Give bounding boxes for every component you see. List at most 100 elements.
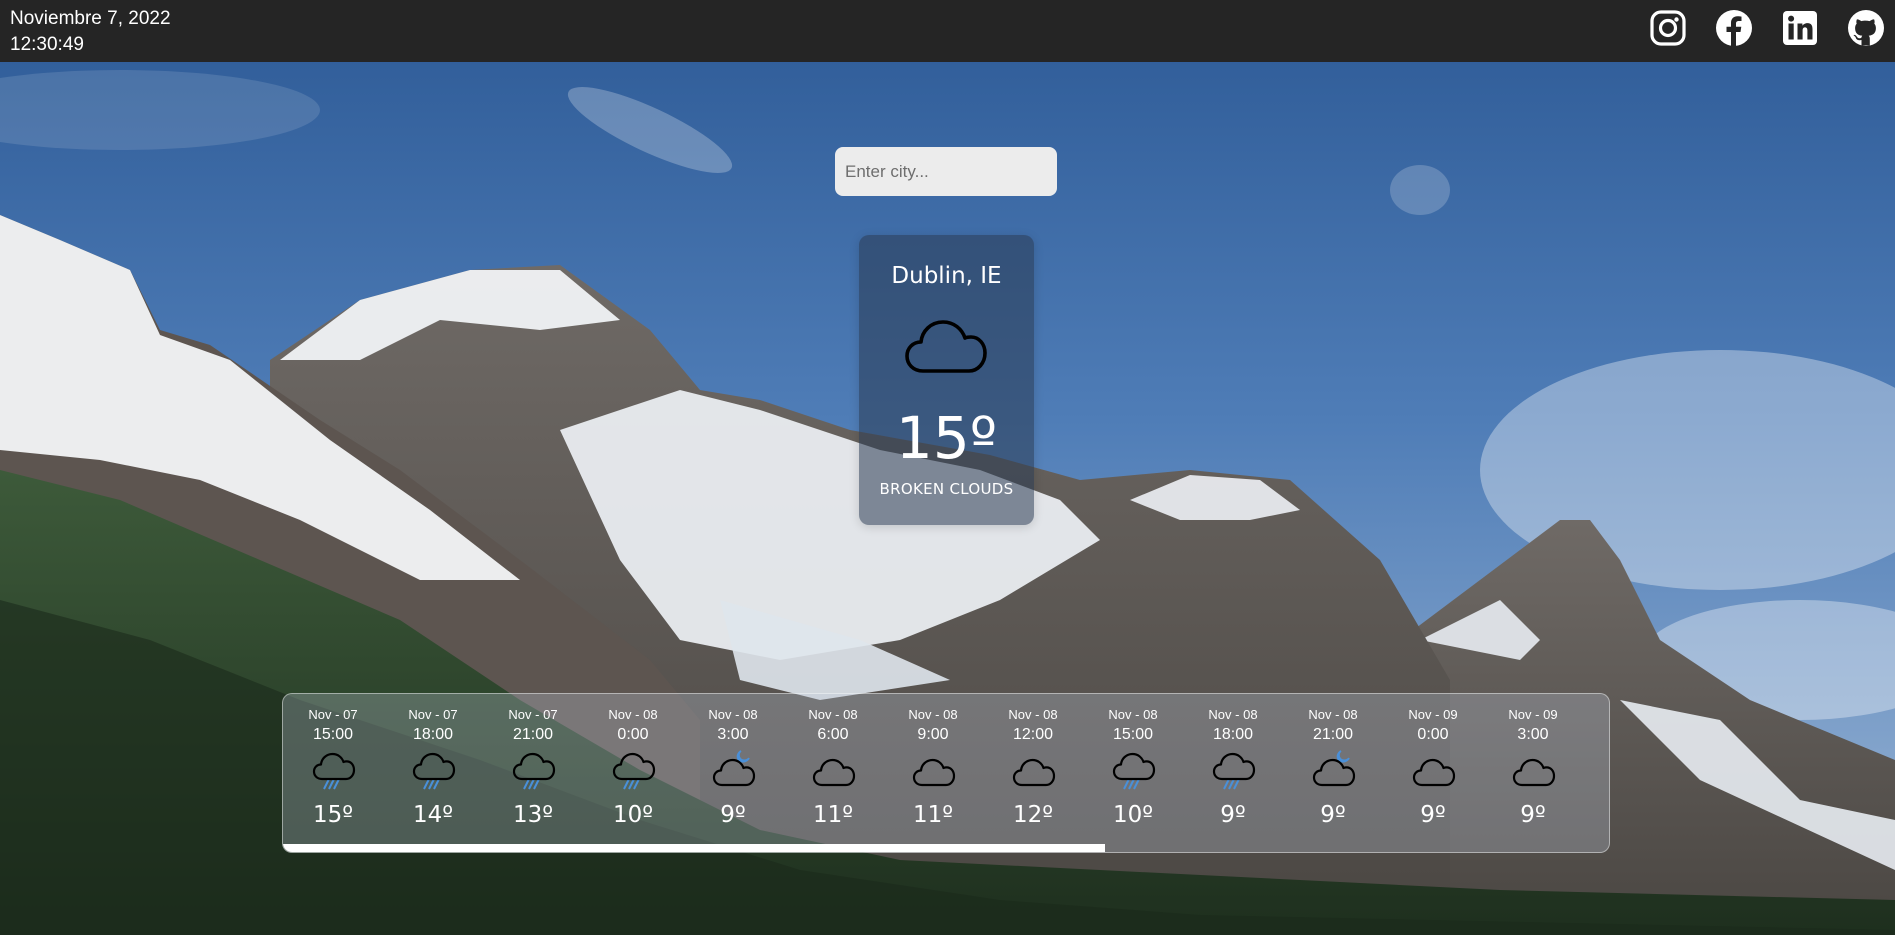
instagram-link[interactable] xyxy=(1649,9,1687,47)
forecast-date: Nov - 08 xyxy=(1108,707,1158,722)
cloud-icon xyxy=(1012,758,1056,787)
current-time: 12:30:49 xyxy=(10,34,84,55)
rain-cloud-icon xyxy=(1212,752,1256,790)
forecast-time: 12:00 xyxy=(1012,726,1054,743)
forecast-date: Nov - 07 xyxy=(408,707,458,722)
forecast-item[interactable]: Nov - 08 6:00 11º xyxy=(783,694,883,844)
forecast-time: 21:00 xyxy=(1312,726,1354,743)
cloud-icon xyxy=(1512,758,1556,787)
forecast-date: Nov - 09 xyxy=(1508,707,1558,722)
forecast-item[interactable]: Nov - 08 0:00 10º xyxy=(583,694,683,844)
instagram-icon xyxy=(1650,10,1686,46)
forecast-item[interactable]: Nov - 08 21:00 9º xyxy=(1283,694,1383,844)
forecast-temperature: 10º xyxy=(1112,802,1154,828)
forecast-time: 3:00 xyxy=(717,726,749,743)
forecast-date: Nov - 08 xyxy=(908,707,958,722)
forecast-temperature: 9º xyxy=(1220,802,1246,828)
forecast-item[interactable]: Nov - 08 3:00 9º xyxy=(683,694,783,844)
cloud-icon xyxy=(1412,758,1456,787)
forecast-icon-wrap xyxy=(1111,748,1157,790)
forecast-temperature: 10º xyxy=(612,802,654,828)
current-temperature: 15º xyxy=(895,404,998,472)
forecast-item[interactable]: Nov - 07 15:00 15º xyxy=(283,694,383,844)
forecast-list: Nov - 07 15:00 15º Nov - 07 18:00 14º Nov - 07… xyxy=(283,694,1583,844)
linkedin-icon xyxy=(1783,11,1817,45)
forecast-icon-wrap xyxy=(1311,748,1357,790)
forecast-icon-wrap xyxy=(1011,748,1057,790)
forecast-time: 9:00 xyxy=(917,726,949,743)
cloud-icon xyxy=(905,320,987,373)
rain-cloud-icon xyxy=(312,752,356,790)
forecast-temperature: 9º xyxy=(720,802,746,828)
forecast-icon-wrap xyxy=(1211,748,1257,790)
forecast-scrollbar-thumb[interactable] xyxy=(283,844,1105,852)
forecast-strip[interactable]: Nov - 07 15:00 15º Nov - 07 18:00 14º Nov - 07… xyxy=(282,693,1610,853)
forecast-date: Nov - 08 xyxy=(1008,707,1058,722)
forecast-date: Nov - 07 xyxy=(308,707,358,722)
rain-cloud-icon xyxy=(1112,752,1156,790)
forecast-time: 15:00 xyxy=(312,726,354,743)
forecast-temperature: 14º xyxy=(412,802,454,828)
forecast-icon-wrap xyxy=(411,748,457,790)
forecast-date: Nov - 08 xyxy=(808,707,858,722)
forecast-temperature: 9º xyxy=(1520,802,1546,828)
current-weather-card: Dublin, IE 15º BROKEN CLOUDS xyxy=(859,235,1034,525)
forecast-temperature: 12º xyxy=(1012,802,1054,828)
forecast-item[interactable]: Nov - 08 18:00 9º xyxy=(1183,694,1283,844)
forecast-item[interactable]: Nov - 09 3:00 9º xyxy=(1483,694,1583,844)
github-link[interactable] xyxy=(1847,9,1885,47)
forecast-time: 0:00 xyxy=(1417,726,1449,743)
forecast-time: 0:00 xyxy=(617,726,649,743)
forecast-icon-wrap xyxy=(1411,748,1457,790)
forecast-date: Nov - 08 xyxy=(1308,707,1358,722)
top-bar: Noviembre 7, 2022 12:30:49 xyxy=(0,0,1895,62)
forecast-time: 18:00 xyxy=(412,726,454,743)
forecast-temperature: 11º xyxy=(812,802,854,828)
facebook-icon xyxy=(1716,10,1752,46)
forecast-time: 21:00 xyxy=(512,726,554,743)
cloud-moon-icon xyxy=(1312,750,1356,787)
forecast-date: Nov - 08 xyxy=(1208,707,1258,722)
city-name: Dublin, IE xyxy=(891,263,1002,289)
forecast-time: 3:00 xyxy=(1517,726,1549,743)
forecast-item[interactable]: Nov - 08 12:00 12º xyxy=(983,694,1083,844)
github-icon xyxy=(1848,10,1884,46)
forecast-item[interactable]: Nov - 07 21:00 13º xyxy=(483,694,583,844)
forecast-icon-wrap xyxy=(511,748,557,790)
linkedin-link[interactable] xyxy=(1781,9,1819,47)
forecast-icon-wrap xyxy=(611,748,657,790)
city-search-input[interactable] xyxy=(835,147,1057,196)
forecast-date: Nov - 08 xyxy=(608,707,658,722)
facebook-link[interactable] xyxy=(1715,9,1753,47)
forecast-date: Nov - 07 xyxy=(508,707,558,722)
forecast-time: 18:00 xyxy=(1212,726,1254,743)
cloud-icon xyxy=(812,758,856,787)
weather-description: BROKEN CLOUDS xyxy=(879,480,1014,498)
forecast-item[interactable]: Nov - 09 0:00 9º xyxy=(1383,694,1483,844)
forecast-temperature: 9º xyxy=(1420,802,1446,828)
rain-cloud-icon xyxy=(412,752,456,790)
cloud-moon-icon xyxy=(712,750,756,787)
forecast-temperature: 9º xyxy=(1320,802,1346,828)
forecast-icon-wrap xyxy=(1511,748,1557,790)
forecast-item[interactable]: Nov - 08 15:00 10º xyxy=(1083,694,1183,844)
current-date: Noviembre 7, 2022 xyxy=(10,8,171,29)
current-weather-icon-wrap xyxy=(903,313,989,379)
rain-cloud-icon xyxy=(512,752,556,790)
forecast-temperature: 15º xyxy=(312,802,354,828)
rain-cloud-icon xyxy=(612,752,656,790)
forecast-temperature: 13º xyxy=(512,802,554,828)
forecast-time: 6:00 xyxy=(817,726,849,743)
forecast-item[interactable]: Nov - 08 9:00 11º xyxy=(883,694,983,844)
cloud-icon xyxy=(912,758,956,787)
social-links xyxy=(1649,9,1885,47)
forecast-icon-wrap xyxy=(311,748,357,790)
forecast-icon-wrap xyxy=(911,748,957,790)
forecast-date: Nov - 08 xyxy=(708,707,758,722)
date-time-display: Noviembre 7, 2022 12:30:49 xyxy=(10,6,171,58)
forecast-date: Nov - 09 xyxy=(1408,707,1458,722)
forecast-icon-wrap xyxy=(811,748,857,790)
forecast-icon-wrap xyxy=(711,748,757,790)
forecast-temperature: 11º xyxy=(912,802,954,828)
forecast-item[interactable]: Nov - 07 18:00 14º xyxy=(383,694,483,844)
